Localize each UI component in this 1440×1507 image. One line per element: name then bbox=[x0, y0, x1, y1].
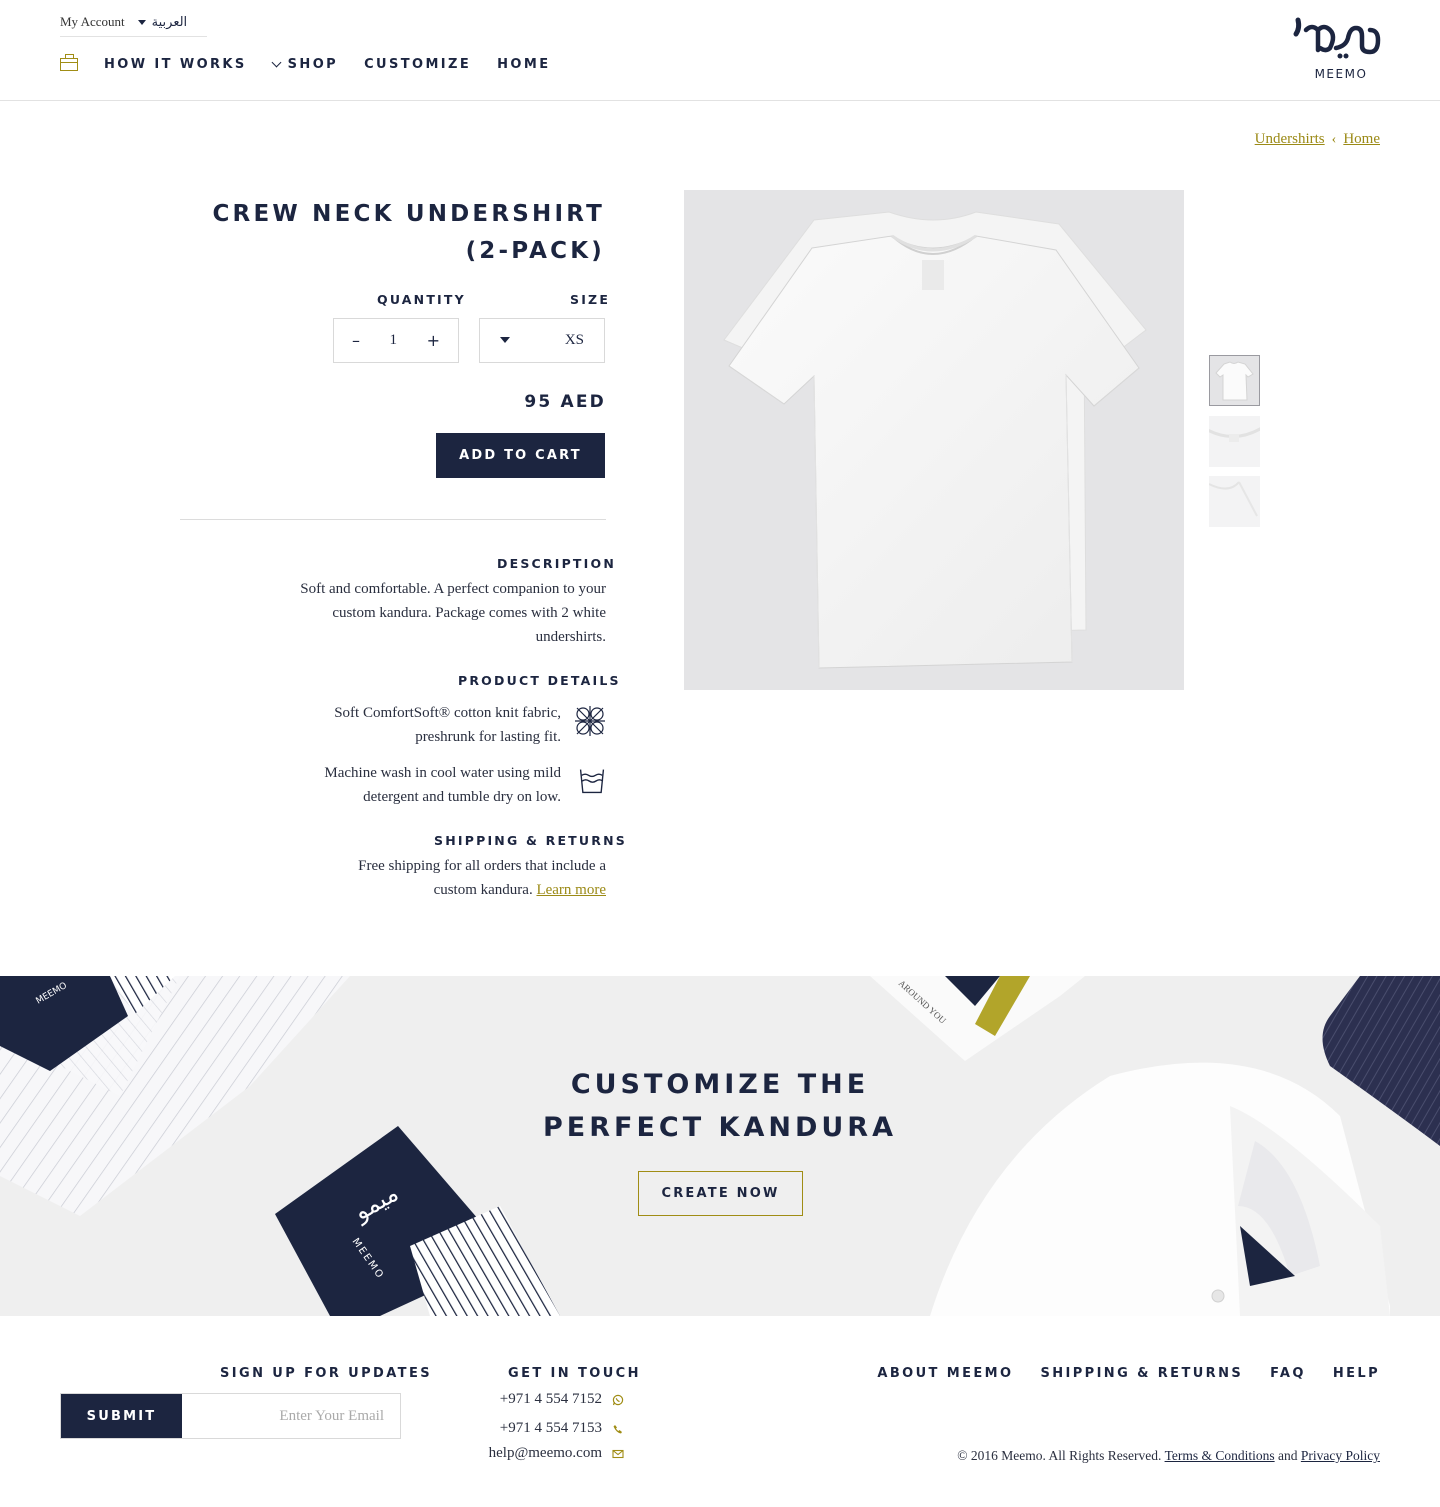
get-in-touch-heading: GET IN TOUCH bbox=[508, 1366, 641, 1381]
nav-home[interactable]: HOME bbox=[497, 57, 550, 72]
product-title: CREW NECK UNDERSHIRT (2-PACK) bbox=[185, 196, 605, 270]
thumbnail-3[interactable] bbox=[1209, 476, 1260, 527]
copyright-and: and bbox=[1278, 1448, 1298, 1463]
nav-shop[interactable]: SHOP bbox=[271, 57, 339, 72]
language-switch[interactable]: العربية bbox=[152, 15, 188, 30]
whatsapp-icon bbox=[612, 1394, 624, 1405]
learn-more-link[interactable]: Learn more bbox=[536, 882, 606, 898]
fabric-icon bbox=[575, 706, 605, 736]
footer-link-shipping[interactable]: SHIPPING & RETURNS bbox=[1040, 1366, 1243, 1381]
product-title-line-2: (2-PACK) bbox=[465, 238, 605, 264]
whatsapp-number: +971 4 554 7152 bbox=[499, 1391, 602, 1407]
product-details-heading: PRODUCT DETAILS bbox=[458, 673, 621, 688]
breadcrumb-undershirts[interactable]: Undershirts bbox=[1255, 131, 1325, 148]
terms-link[interactable]: Terms & Conditions bbox=[1165, 1448, 1275, 1463]
quantity-decrease-button[interactable]: – bbox=[352, 331, 360, 350]
quantity-stepper: – 1 + bbox=[333, 318, 459, 363]
product-price: 95 AED bbox=[524, 392, 606, 412]
my-account-link[interactable]: My Account bbox=[60, 14, 125, 30]
footer-nav: ABOUT MEEMO SHIPPING & RETURNS FAQ HELP bbox=[850, 1366, 1380, 1381]
phone-number: +971 4 554 7153 bbox=[499, 1420, 602, 1436]
footer-link-help[interactable]: HELP bbox=[1333, 1366, 1380, 1381]
banner-title-line-2: PERFECT KANDURA bbox=[543, 1112, 897, 1143]
detail-wash-text: Machine wash in cool water using mild de… bbox=[324, 765, 561, 805]
wash-care-icon bbox=[579, 769, 605, 794]
product-title-line-1: CREW NECK UNDERSHIRT bbox=[212, 201, 605, 227]
dropdown-arrow-icon bbox=[500, 336, 510, 343]
thumbnail-collar-image bbox=[1209, 427, 1260, 442]
size-select[interactable]: XS bbox=[479, 318, 605, 363]
chevron-left-icon: ‹ bbox=[1331, 131, 1337, 147]
email-address: help@meemo.com bbox=[488, 1445, 602, 1461]
shipping-text: Free shipping for all orders that includ… bbox=[320, 854, 606, 902]
whatsapp-contact[interactable]: +971 4 554 7152 bbox=[500, 1391, 624, 1408]
copyright-text: © 2016 Meemo. All Rights Reserved. bbox=[957, 1448, 1162, 1463]
phone-contact[interactable]: +971 4 554 7153 bbox=[500, 1420, 624, 1437]
description-heading: DESCRIPTION bbox=[497, 556, 616, 571]
copyright: © 2016 Meemo. All Rights Reserved. Terms… bbox=[957, 1448, 1380, 1464]
main-nav: HOW IT WORKS SHOP CUSTOMIZE HOME bbox=[60, 54, 577, 72]
newsletter-form: SUBMIT bbox=[60, 1393, 401, 1439]
section-divider bbox=[180, 519, 606, 520]
chevron-down-icon bbox=[271, 57, 282, 67]
site-header: My Account العربية HOW IT WORKS SHOP CUS… bbox=[0, 0, 1440, 101]
footer-link-about[interactable]: ABOUT MEEMO bbox=[877, 1366, 1013, 1381]
breadcrumb: Undershirts ‹ Home bbox=[1255, 131, 1380, 148]
description-text: Soft and comfortable. A perfect companio… bbox=[300, 581, 606, 645]
nav-shop-label: SHOP bbox=[287, 57, 339, 72]
submit-button[interactable]: SUBMIT bbox=[61, 1394, 182, 1438]
breadcrumb-home[interactable]: Home bbox=[1343, 131, 1380, 148]
product-main-image[interactable] bbox=[684, 190, 1184, 690]
signup-heading: SIGN UP FOR UPDATES bbox=[220, 1366, 432, 1381]
quantity-increase-button[interactable]: + bbox=[427, 331, 440, 350]
cart-icon[interactable] bbox=[60, 54, 78, 71]
detail-fabric-text: Soft ComfortSoft® cotton knit fabric, pr… bbox=[334, 705, 561, 745]
meemo-logo[interactable]: MEEMO bbox=[1292, 16, 1382, 84]
size-selected-value: XS bbox=[564, 332, 584, 348]
shipping-returns-heading: SHIPPING & RETURNS bbox=[434, 833, 627, 848]
phone-icon bbox=[613, 1424, 622, 1433]
nav-how-it-works[interactable]: HOW IT WORKS bbox=[104, 57, 247, 72]
banner-title-line-1: CUSTOMIZE THE bbox=[570, 1069, 870, 1100]
footer-link-faq[interactable]: FAQ bbox=[1270, 1366, 1306, 1381]
size-label: SIZE bbox=[570, 292, 611, 307]
language-dropdown-caret-icon[interactable] bbox=[137, 19, 146, 25]
thumbnail-1[interactable] bbox=[1209, 355, 1260, 406]
logo-wordmark: MEEMO bbox=[1315, 67, 1368, 81]
undershirt-image bbox=[723, 211, 1147, 669]
privacy-link[interactable]: Privacy Policy bbox=[1301, 1448, 1380, 1463]
quantity-value[interactable]: 1 bbox=[390, 332, 398, 349]
banner-title: CUSTOMIZE THE PERFECT KANDURA bbox=[420, 1063, 1020, 1149]
account-bar: My Account العربية bbox=[60, 8, 207, 37]
nav-customize[interactable]: CUSTOMIZE bbox=[364, 57, 471, 72]
thumbnail-shirt-image bbox=[1215, 361, 1254, 401]
email-contact[interactable]: help@meemo.com bbox=[489, 1445, 624, 1462]
thumbnail-2[interactable] bbox=[1209, 416, 1260, 467]
quantity-label: QUANTITY bbox=[377, 292, 466, 307]
mail-icon bbox=[612, 1449, 624, 1458]
email-input[interactable] bbox=[182, 1394, 400, 1438]
create-now-button[interactable]: CREATE NOW bbox=[638, 1171, 803, 1216]
add-to-cart-button[interactable]: ADD TO CART bbox=[436, 433, 605, 478]
thumbnail-detail-image bbox=[1209, 481, 1258, 517]
